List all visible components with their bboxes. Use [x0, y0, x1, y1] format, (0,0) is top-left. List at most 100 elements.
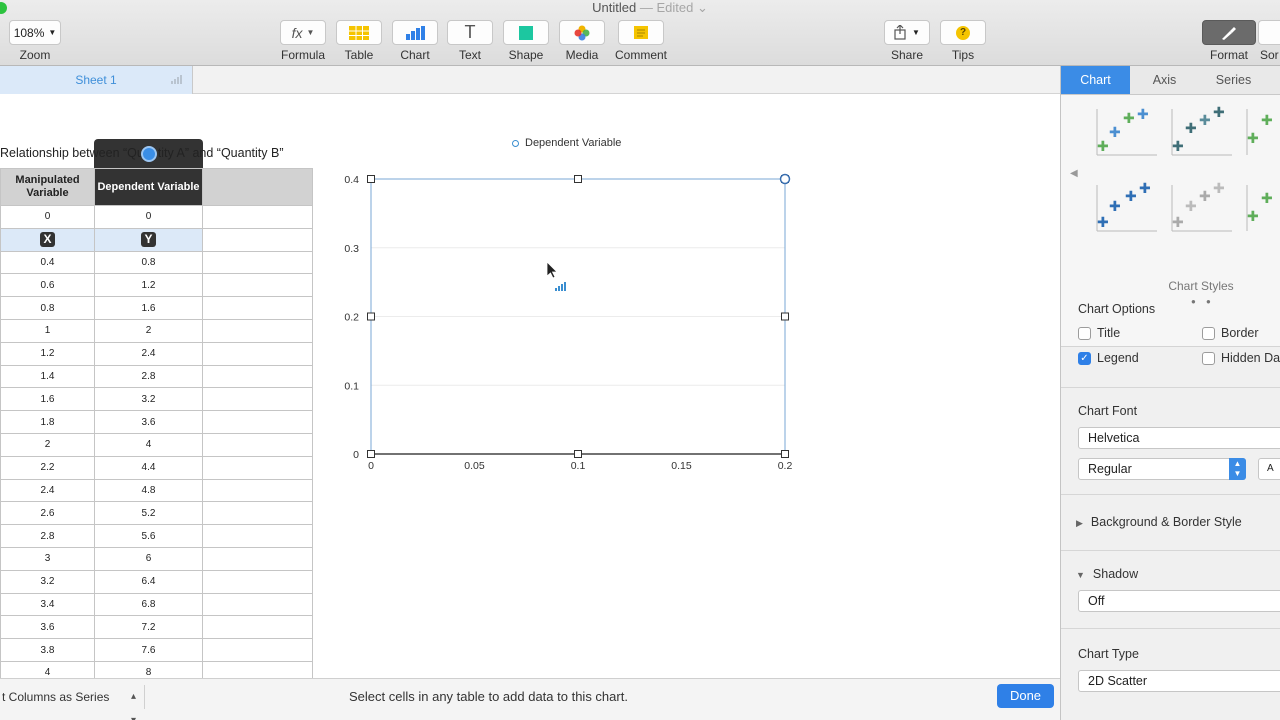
chart-style-5[interactable]: ✚✚ ✚ ✚ — [1171, 180, 1232, 232]
tab-series[interactable]: Series — [1199, 66, 1268, 94]
window-title[interactable]: Untitled — Edited ⌄ — [0, 0, 1280, 16]
cell-empty[interactable] — [202, 478, 313, 503]
zoom-control[interactable]: 108% ▼ Zoom — [9, 20, 61, 62]
table-button[interactable] — [336, 20, 382, 45]
cell-empty[interactable] — [202, 455, 313, 480]
cell-dependent[interactable]: 2 — [94, 318, 203, 343]
resize-handle[interactable] — [367, 312, 375, 321]
shape-tool[interactable]: Shape — [503, 20, 549, 62]
background-border-disclosure[interactable]: ▶ Background & Border Style — [1076, 515, 1242, 529]
hidden-data-checkbox[interactable] — [1202, 351, 1215, 365]
cell-empty[interactable] — [202, 592, 313, 617]
media-button[interactable] — [559, 20, 605, 45]
resize-handle[interactable] — [367, 450, 375, 458]
comment-button[interactable] — [618, 20, 664, 45]
sort-tool[interactable]: Sor — [1258, 20, 1280, 62]
cell-manipulated[interactable]: 0 — [0, 205, 95, 229]
cell-dependent[interactable]: 7.2 — [94, 615, 203, 640]
cell-dependent[interactable]: 6 — [94, 546, 203, 571]
tab-axis[interactable]: Axis — [1130, 66, 1199, 94]
cell-manipulated[interactable]: X — [0, 227, 95, 252]
connection-handle[interactable] — [779, 173, 791, 185]
cell-manipulated[interactable]: 2.4 — [0, 478, 95, 503]
sort-button[interactable] — [1258, 20, 1280, 45]
cell-empty[interactable] — [202, 273, 313, 298]
shadow-popup[interactable]: Off — [1078, 590, 1280, 612]
cell-empty[interactable] — [202, 432, 313, 457]
resize-handle[interactable] — [574, 175, 582, 183]
cell-manipulated[interactable]: 1.2 — [0, 341, 95, 366]
cell-manipulated[interactable]: 0.6 — [0, 273, 95, 298]
cell-empty[interactable] — [202, 318, 313, 343]
resize-handle[interactable] — [781, 312, 789, 321]
cell-empty[interactable] — [202, 524, 313, 548]
share-tool[interactable]: ▼ Share — [884, 20, 930, 62]
sheet-canvas[interactable]: Relationship between “Quantity A” and “Q… — [0, 95, 1060, 685]
x-axis-token[interactable]: X — [40, 232, 55, 248]
cell-dependent[interactable]: 7.6 — [94, 638, 203, 662]
cell-empty[interactable] — [202, 410, 313, 434]
option-title[interactable]: Title — [1078, 326, 1120, 340]
chart-style-1[interactable]: ✚✚ ✚ ✚ — [1096, 106, 1157, 156]
cell-empty[interactable] — [202, 546, 313, 571]
header-manipulated-variable[interactable]: Manipulated Variable — [0, 168, 95, 206]
format-tool[interactable]: Format — [1202, 20, 1256, 62]
text-button[interactable]: T — [447, 20, 493, 45]
zoom-popup[interactable]: 108% ▼ — [9, 20, 61, 45]
cell-empty[interactable] — [202, 501, 313, 526]
border-checkbox[interactable] — [1202, 326, 1215, 340]
cell-dependent[interactable]: 5.6 — [94, 524, 203, 548]
format-button[interactable] — [1202, 20, 1256, 45]
cell-manipulated[interactable]: 1 — [0, 318, 95, 343]
cell-empty[interactable] — [202, 569, 313, 594]
chart-type-popup[interactable]: 2D Scatter — [1078, 670, 1280, 692]
tips-tool[interactable]: ? Tips — [940, 20, 986, 62]
cell-manipulated[interactable]: 2 — [0, 432, 95, 457]
header-empty[interactable] — [202, 168, 313, 206]
column-drag-handle[interactable] — [141, 146, 157, 162]
done-button[interactable]: Done — [997, 684, 1054, 708]
font-family-popup[interactable]: Helvetica — [1078, 427, 1280, 449]
cell-dependent[interactable]: 4 — [94, 432, 203, 457]
cell-dependent[interactable]: 1.2 — [94, 273, 203, 298]
cell-empty[interactable] — [202, 387, 313, 412]
resize-handle[interactable] — [367, 175, 375, 183]
cell-dependent[interactable]: 0.8 — [94, 250, 203, 275]
page-indicator-dots[interactable]: ● ● — [1191, 297, 1215, 306]
cell-empty[interactable] — [202, 205, 313, 229]
option-border[interactable]: Border — [1202, 326, 1259, 340]
text-tool[interactable]: T Text — [447, 20, 493, 62]
chart-style-2[interactable]: ✚✚ ✚ ✚ — [1171, 104, 1232, 156]
cell-manipulated[interactable]: 1.6 — [0, 387, 95, 412]
shape-button[interactable] — [503, 20, 549, 45]
cell-manipulated[interactable]: 2.6 — [0, 501, 95, 526]
chart-legend[interactable]: Dependent Variable — [512, 137, 621, 149]
font-style-popup[interactable]: Regular ▲ ▼ — [1078, 458, 1246, 480]
cell-dependent[interactable]: 6.4 — [94, 569, 203, 594]
tips-button[interactable]: ? — [940, 20, 986, 45]
cell-dependent[interactable]: 4.4 — [94, 455, 203, 480]
cell-empty[interactable] — [202, 638, 313, 662]
cell-manipulated[interactable]: 3.2 — [0, 569, 95, 594]
option-hidden-data[interactable]: Hidden Da — [1202, 351, 1280, 365]
chevron-left-icon[interactable]: ◀ — [1070, 168, 1078, 179]
cell-dependent[interactable]: 0 — [94, 205, 203, 229]
chart-style-3[interactable]: ✚✚ — [1246, 109, 1273, 155]
cell-manipulated[interactable]: 2.2 — [0, 455, 95, 480]
cell-manipulated[interactable]: 0.4 — [0, 250, 95, 275]
cell-manipulated[interactable]: 3.4 — [0, 592, 95, 617]
resize-handle[interactable] — [781, 450, 789, 458]
chart-style-6[interactable]: ✚✚ — [1246, 185, 1273, 231]
table-tool[interactable]: Table — [336, 20, 382, 62]
font-size-field[interactable]: A — [1258, 458, 1280, 480]
cell-manipulated[interactable]: 3 — [0, 546, 95, 571]
cell-dependent[interactable]: 3.6 — [94, 410, 203, 434]
series-orientation-select[interactable]: t Columns as Series ▴▾ — [0, 685, 145, 720]
cell-manipulated[interactable]: 3.6 — [0, 615, 95, 640]
cell-manipulated[interactable]: 1.4 — [0, 364, 95, 389]
chart-style-4[interactable]: ✚✚ ✚ ✚ — [1096, 180, 1157, 232]
cell-empty[interactable] — [202, 250, 313, 275]
cell-dependent[interactable]: 4.8 — [94, 478, 203, 503]
media-tool[interactable]: Media — [559, 20, 605, 62]
cell-empty[interactable] — [202, 615, 313, 640]
